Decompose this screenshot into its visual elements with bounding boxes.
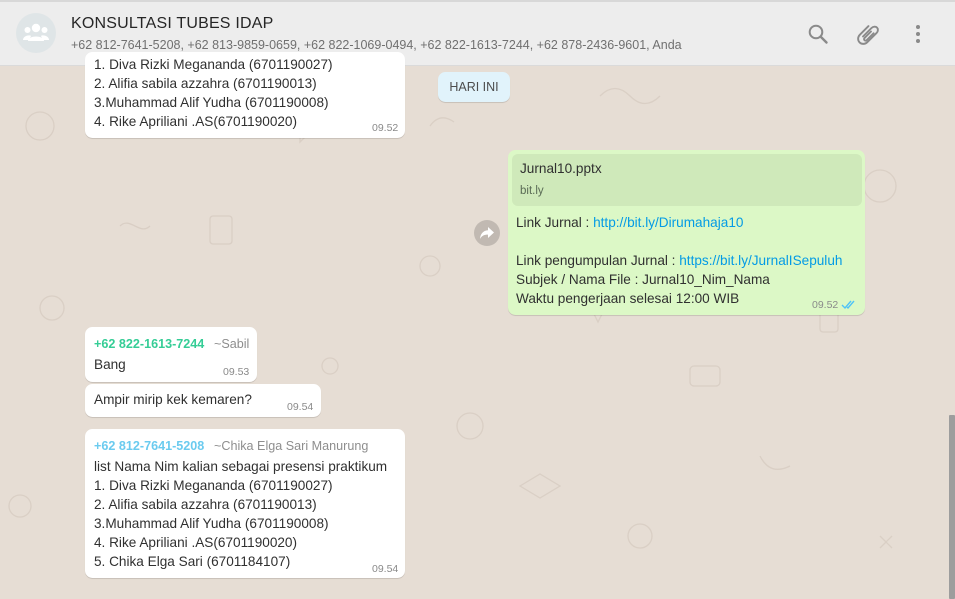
message-text: Bang bbox=[94, 357, 126, 372]
group-members[interactable]: +62 812-7641-5208, +62 813-9859-0659, +6… bbox=[71, 38, 682, 52]
message-bubble[interactable]: Ampir mirip kek kemaren? 09.54 bbox=[85, 384, 321, 417]
message-bubble[interactable]: +62 822-1613-7244 ~Sabil Bang 09.53 bbox=[85, 327, 257, 382]
message-line: Link pengumpulan Jurnal : https://bit.ly… bbox=[516, 251, 842, 270]
message-time: 09.53 bbox=[223, 366, 250, 378]
message-bubble[interactable]: 1. Diva Rizki Meganandа (6701190027) 2. … bbox=[85, 52, 405, 138]
message-line: 4. Rike Apriliani .AS(6701190020) bbox=[94, 114, 298, 129]
message-line: Waktu pengerjaan selesai 12:00 WIB bbox=[516, 291, 740, 306]
sender-phone[interactable]: +62 822-1613-7244 bbox=[94, 337, 204, 351]
sender-pushname: ~Chika Elga Sari Manurung bbox=[214, 439, 369, 453]
link-label: Link Jurnal : bbox=[516, 215, 594, 230]
message-line: 2. Alifia sabila azzahra (6701190013) bbox=[94, 76, 317, 91]
message-time: 09.54 bbox=[372, 563, 399, 575]
message-time: 09.54 bbox=[287, 401, 314, 413]
message-time: 09.52 bbox=[372, 122, 399, 134]
message-line: 1. Diva Rizki Meganandа (6701190027) bbox=[94, 57, 333, 72]
collect-link[interactable]: https://bit.ly/JurnalISepuluh bbox=[679, 253, 842, 268]
message-line: 3.Muhammad Alif Yudha (6701190008) bbox=[94, 516, 329, 531]
link-preview-host: bit.ly bbox=[520, 185, 544, 197]
forward-icon[interactable] bbox=[474, 220, 500, 246]
journal-link[interactable]: http://bit.ly/Dirumahaja10 bbox=[593, 215, 743, 230]
message-time: 09.52 bbox=[812, 299, 839, 311]
date-divider: HARI INI bbox=[438, 72, 510, 102]
message-line: 3.Muhammad Alif Yudha (6701190008) bbox=[94, 95, 329, 110]
read-receipt-icon bbox=[841, 300, 855, 310]
group-avatar-icon[interactable] bbox=[16, 13, 56, 53]
message-text: Ampir mirip kek kemaren? bbox=[94, 392, 252, 407]
message-line: Subjek / Nama File : Jurnal10_Nim_Nama bbox=[516, 272, 770, 287]
attach-icon[interactable] bbox=[856, 22, 880, 46]
message-line: 2. Alifia sabila azzahra (6701190013) bbox=[94, 497, 317, 512]
sender-phone[interactable]: +62 812-7641-5208 bbox=[94, 439, 204, 453]
message-bubble[interactable]: +62 812-7641-5208 ~Chika Elga Sari Manur… bbox=[85, 429, 405, 578]
link-preview-card[interactable]: Jurnal10.pptx bit.ly bbox=[512, 154, 862, 206]
message-line: Link Jurnal : http://bit.ly/Dirumahaja10 bbox=[516, 213, 743, 232]
link-preview-title: Jurnal10.pptx bbox=[520, 161, 602, 176]
message-line: list Nama Nim kalian sebagai presensi pr… bbox=[94, 459, 388, 474]
message-bubble-outgoing[interactable]: Jurnal10.pptx bit.ly Link Jurnal : http:… bbox=[508, 150, 865, 315]
chat-title[interactable]: KONSULTASI TUBES IDAP bbox=[71, 15, 273, 33]
message-line: 5. Chika Elga Sari (6701184107) bbox=[94, 554, 291, 569]
message-line: 4. Rike Apriliani .AS(6701190020) bbox=[94, 535, 298, 550]
menu-icon[interactable] bbox=[906, 22, 930, 46]
scrollbar-thumb[interactable] bbox=[949, 415, 955, 599]
sender-pushname: ~Sabil bbox=[214, 337, 250, 351]
message-line: 1. Diva Rizki Meganandа (6701190027) bbox=[94, 478, 333, 493]
search-icon[interactable] bbox=[806, 22, 830, 46]
collect-label: Link pengumpulan Jurnal : bbox=[516, 253, 680, 268]
